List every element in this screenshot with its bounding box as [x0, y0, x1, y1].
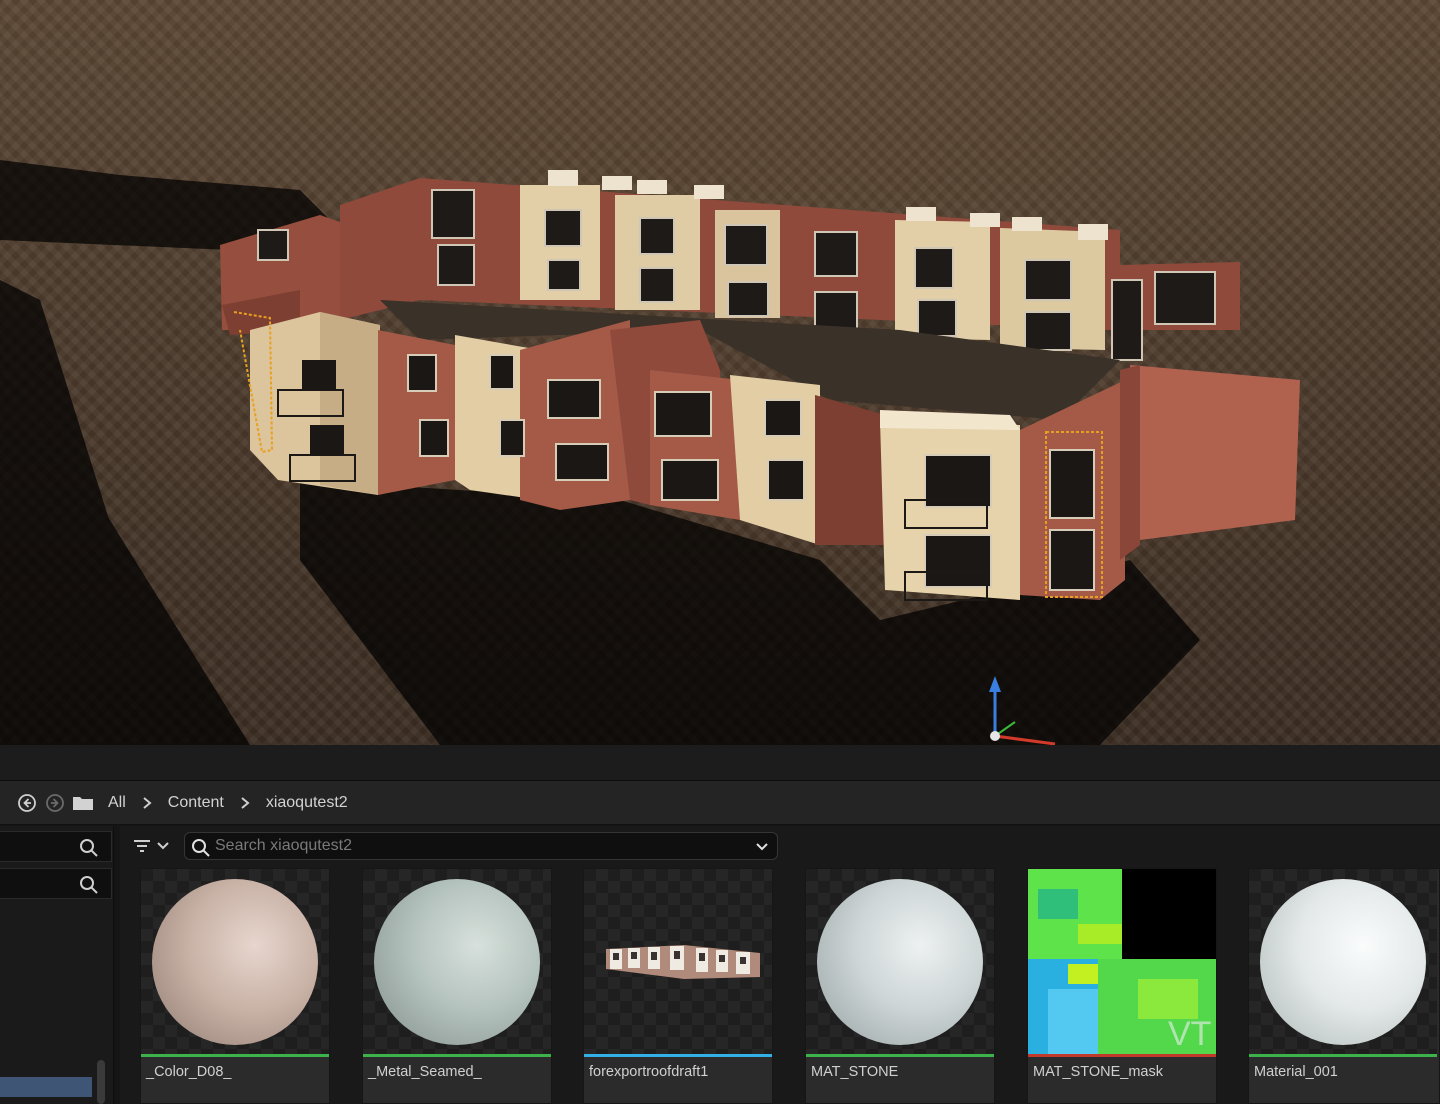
- asset-type-bar: [1249, 1054, 1437, 1057]
- asset-label: MAT_STONE_mask: [1033, 1064, 1163, 1080]
- virtual-texture-badge: VT: [1168, 1015, 1211, 1053]
- arrow-right-circle-icon: [46, 793, 64, 812]
- asset-type-bar: [141, 1054, 329, 1057]
- asset-type-bar: [363, 1054, 551, 1057]
- asset-search-box[interactable]: [184, 832, 778, 860]
- asset-label: forexportroofdraft1: [589, 1064, 709, 1080]
- arrow-left-circle-icon: [18, 793, 36, 812]
- search-icon: [80, 876, 98, 894]
- folder-icon: [73, 796, 93, 810]
- breadcrumb-xiaoqutest2[interactable]: xiaoqutest2: [266, 794, 348, 812]
- chevron-right-icon[interactable]: [140, 796, 154, 810]
- filter-dropdown-button[interactable]: [132, 835, 174, 857]
- breadcrumb-all[interactable]: All: [108, 794, 126, 812]
- asset-thumbnail: VT: [1028, 869, 1216, 1054]
- static-mesh-preview: [606, 945, 760, 979]
- panel-splitter[interactable]: [0, 745, 1440, 781]
- material-sphere-preview: [374, 879, 540, 1045]
- asset-tile-material-001[interactable]: Material_001: [1248, 868, 1440, 1104]
- level-viewport[interactable]: [0, 0, 1440, 745]
- folder-button[interactable]: [72, 792, 94, 814]
- asset-tile-metal-seamed[interactable]: _Metal_Seamed_: [362, 868, 552, 1104]
- asset-tile-forexportroofdraft1[interactable]: forexportroofdraft1: [583, 868, 773, 1104]
- search-icon: [80, 839, 98, 857]
- asset-thumbnail: [363, 869, 551, 1054]
- chevron-right-icon[interactable]: [238, 796, 252, 810]
- selected-folder-row[interactable]: [0, 1077, 92, 1097]
- scene-render: [0, 160, 1300, 745]
- sources-scrollbar[interactable]: [97, 1060, 105, 1104]
- unreal-editor-window: All Content xiaoqutest2 Search xiaoqutes…: [0, 0, 1440, 1104]
- asset-type-bar: [584, 1054, 772, 1057]
- asset-type-bar: [1028, 1054, 1216, 1057]
- asset-tile-color-d08[interactable]: _Color_D08_: [140, 868, 330, 1104]
- asset-thumbnail: [806, 869, 994, 1054]
- asset-label: MAT_STONE: [811, 1064, 899, 1080]
- favorites-search-field[interactable]: [0, 831, 112, 862]
- search-icon: [192, 839, 210, 857]
- chevron-down-icon[interactable]: [755, 840, 769, 854]
- filter-icon: [134, 840, 150, 852]
- material-sphere-preview: [152, 879, 318, 1045]
- asset-type-bar: [806, 1054, 994, 1057]
- material-sphere-preview: [1260, 879, 1426, 1045]
- content-browser-path-bar: All Content xiaoqutest2: [0, 781, 1440, 825]
- asset-search-input[interactable]: [215, 836, 735, 856]
- asset-label: _Color_D08_: [146, 1064, 232, 1080]
- texture-preview: VT: [1028, 869, 1216, 1054]
- asset-label: _Metal_Seamed_: [368, 1064, 482, 1080]
- asset-thumbnail: [141, 869, 329, 1054]
- asset-tile-mat-stone[interactable]: MAT_STONE: [805, 868, 995, 1104]
- asset-thumbnail: [1249, 869, 1437, 1054]
- asset-label: Material_001: [1254, 1064, 1338, 1080]
- chevron-down-icon: [157, 842, 169, 850]
- forward-button[interactable]: [44, 792, 66, 814]
- material-sphere-preview: [817, 879, 983, 1045]
- breadcrumb-content[interactable]: Content: [168, 794, 224, 812]
- asset-tile-mat-stone-mask[interactable]: VT MAT_STONE_mask: [1027, 868, 1217, 1104]
- folders-search-field[interactable]: [0, 868, 112, 899]
- asset-thumbnail: [584, 869, 772, 1054]
- back-button[interactable]: [16, 792, 38, 814]
